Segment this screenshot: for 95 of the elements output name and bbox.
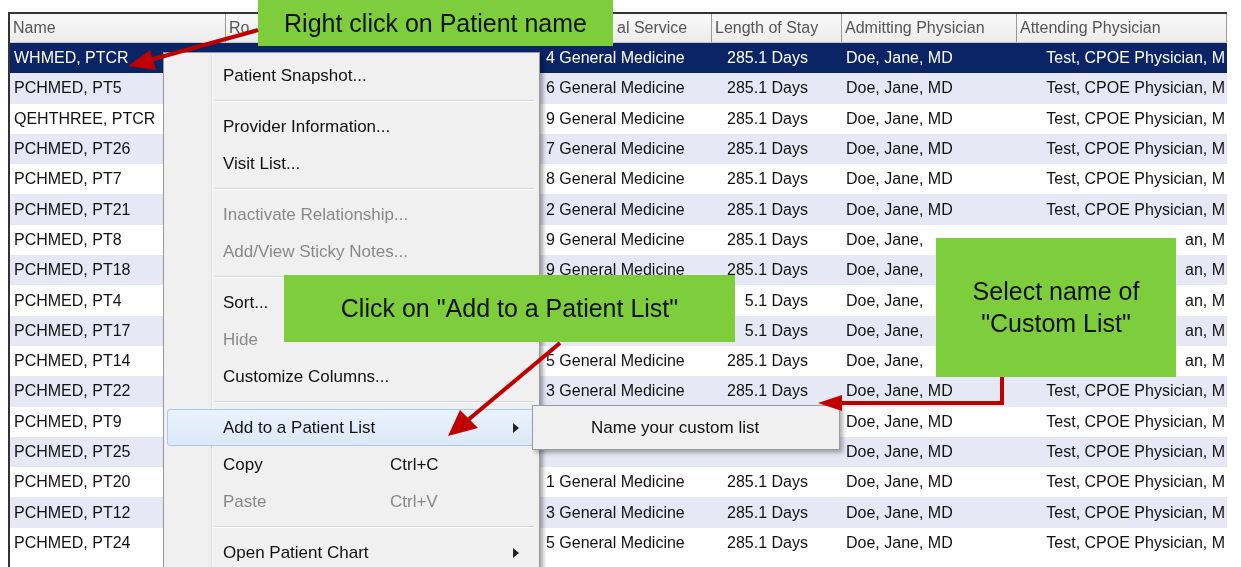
table-cell: an, M — [1185, 291, 1225, 309]
table-cell: 5 General Medicine — [546, 352, 685, 370]
table-cell: Doe, Jane, — [846, 291, 924, 309]
column-header[interactable]: Attending Physician — [1020, 19, 1161, 36]
patient-name-cell[interactable]: PCHMED, PT17 — [14, 321, 131, 339]
patient-name-cell[interactable]: PCHMED, PT8 — [14, 230, 122, 248]
table-cell: Test, CPOE Physician, M — [1046, 382, 1225, 400]
callout: Click on "Add to a Patient List" — [284, 275, 735, 342]
table-cell: Doe, Jane, MD — [846, 109, 953, 127]
callout: Right click on Patient name — [258, 0, 613, 46]
table-cell: 3 General Medicine — [546, 503, 685, 521]
table-cell: 285.1 Days — [727, 230, 808, 248]
menu-item[interactable]: Patient Snapshot... — [167, 57, 372, 94]
submenu-arrow-icon — [513, 547, 519, 558]
menu-item[interactable]: Sort... — [167, 284, 274, 321]
table-cell: Test, CPOE Physician, M — [1046, 109, 1225, 127]
table-cell: 9 General Medicine — [546, 109, 685, 127]
table-cell: Doe, Jane, MD — [846, 473, 953, 491]
table-cell: 9 General Medicine — [546, 230, 685, 248]
column-header[interactable]: al Service — [617, 19, 688, 36]
table-cell: 285.1 Days — [727, 533, 808, 551]
table-cell: Doe, Jane, MD — [846, 533, 953, 551]
menu-item[interactable]: Provider Information... — [167, 108, 396, 145]
patient-name-cell[interactable]: PCHMED, PT7 — [14, 170, 122, 188]
column-header[interactable]: Name — [13, 19, 56, 36]
table-cell: 2 General Medicine — [546, 200, 685, 218]
table-cell: Test, CPOE Physician, M — [1046, 140, 1225, 158]
table-cell: an, M — [1185, 321, 1225, 339]
table-cell: 4 General Medicine — [546, 49, 685, 67]
patient-name-cell[interactable]: PCHMED, PT9 — [14, 412, 122, 430]
table-cell: 1 General Medicine — [546, 473, 685, 491]
table-cell: 285.1 Days — [727, 79, 808, 97]
column-header[interactable]: Admitting Physician — [845, 19, 985, 36]
table-cell: 7 General Medicine — [546, 140, 685, 158]
table-cell: Doe, Jane, MD — [846, 382, 953, 400]
table-cell: Doe, Jane, MD — [846, 200, 953, 218]
patient-name-cell[interactable]: PCHMED, PT14 — [14, 352, 131, 370]
table-cell: 285.1 Days — [727, 200, 808, 218]
patient-name-cell[interactable]: QEHTHREE, PTCR — [14, 109, 156, 127]
table-cell: an, M — [1185, 230, 1225, 248]
table-cell: Doe, Jane, MD — [846, 503, 953, 521]
table-cell: 285.1 Days — [727, 140, 808, 158]
menu-item[interactable]: Visit List... — [167, 145, 306, 182]
table-cell: Doe, Jane, MD — [846, 412, 953, 430]
table-cell: Test, CPOE Physician, M — [1046, 473, 1225, 491]
table-cell: Test, CPOE Physician, M — [1046, 79, 1225, 97]
table-cell: 285.1 Days — [727, 473, 808, 491]
table-cell: Test, CPOE Physician, M — [1046, 200, 1225, 218]
column-header[interactable]: Length of Stay — [715, 19, 819, 36]
table-cell: 3 General Medicine — [546, 382, 685, 400]
menu-item[interactable]: Open Patient Chart — [167, 534, 536, 567]
table-cell: 6 General Medicine — [546, 79, 685, 97]
table-cell: Test, CPOE Physician, M — [1046, 443, 1225, 460]
patient-name-cell[interactable]: PCHMED, PT22 — [14, 382, 131, 400]
callout: Select name of "Custom List" — [936, 238, 1176, 377]
patient-name-cell[interactable]: PCHMED, PT18 — [14, 261, 131, 279]
table-cell: Doe, Jane, — [846, 321, 924, 339]
table-cell: an, M — [1185, 261, 1225, 279]
submenu-arrow-icon — [513, 422, 519, 433]
table-cell: 285.1 Days — [727, 503, 808, 521]
menu-item[interactable]: Customize Columns... — [167, 358, 395, 395]
table-cell: 285.1 Days — [727, 382, 808, 400]
table-cell: Test, CPOE Physician, M — [1046, 170, 1225, 188]
table-cell: 285.1 Days — [727, 352, 808, 370]
menu-item[interactable]: Copy Ctrl+C — [167, 446, 444, 483]
patient-name-cell[interactable]: PCHMED, PT26 — [14, 140, 131, 158]
patient-name-cell[interactable]: PCHMED, PT20 — [14, 473, 131, 491]
table-cell: 285.1 Days — [727, 170, 808, 188]
table-cell: 285.1 Days — [727, 109, 808, 127]
table-cell: Doe, Jane, — [846, 261, 924, 279]
table-cell: an, M — [1185, 352, 1225, 370]
patient-name-cell[interactable]: PCHMED, PT25 — [14, 443, 131, 460]
menu-item[interactable]: Name your custom list — [536, 410, 836, 445]
table-cell: Doe, Jane, MD — [846, 443, 953, 460]
table-cell: 5 General Medicine — [546, 533, 685, 551]
patient-name-cell[interactable]: PCHMED, PT4 — [14, 291, 122, 309]
table-cell: Test, CPOE Physician, M — [1046, 503, 1225, 521]
table-cell: Test, CPOE Physician, M — [1046, 412, 1225, 430]
table-cell: Doe, Jane, MD — [846, 170, 953, 188]
patient-name-cell[interactable]: PCHMED, PT21 — [14, 200, 131, 218]
table-cell: Doe, Jane, MD — [846, 79, 953, 97]
table-cell: Doe, Jane, MD — [846, 49, 953, 67]
patient-name-cell[interactable]: PCHMED, PT24 — [14, 533, 131, 551]
table-cell: 285.1 Days — [727, 49, 808, 67]
patient-name-cell[interactable]: PCHMED, PT12 — [14, 503, 131, 521]
patient-name-cell[interactable]: WHMED, PTCR — [14, 49, 129, 67]
table-cell: Doe, Jane, MD — [846, 140, 953, 158]
table-cell: Test, CPOE Physician, M — [1046, 533, 1225, 551]
table-cell: 5.1 Days — [744, 291, 808, 309]
table-cell: 5.1 Days — [744, 321, 808, 339]
table-cell: Doe, Jane, — [846, 230, 924, 248]
table-cell: Doe, Jane, — [846, 352, 924, 370]
table-cell: Test, CPOE Physician, M — [1046, 49, 1225, 67]
patient-name-cell[interactable]: PCHMED, PT5 — [14, 79, 122, 97]
table-cell: 8 General Medicine — [546, 170, 685, 188]
